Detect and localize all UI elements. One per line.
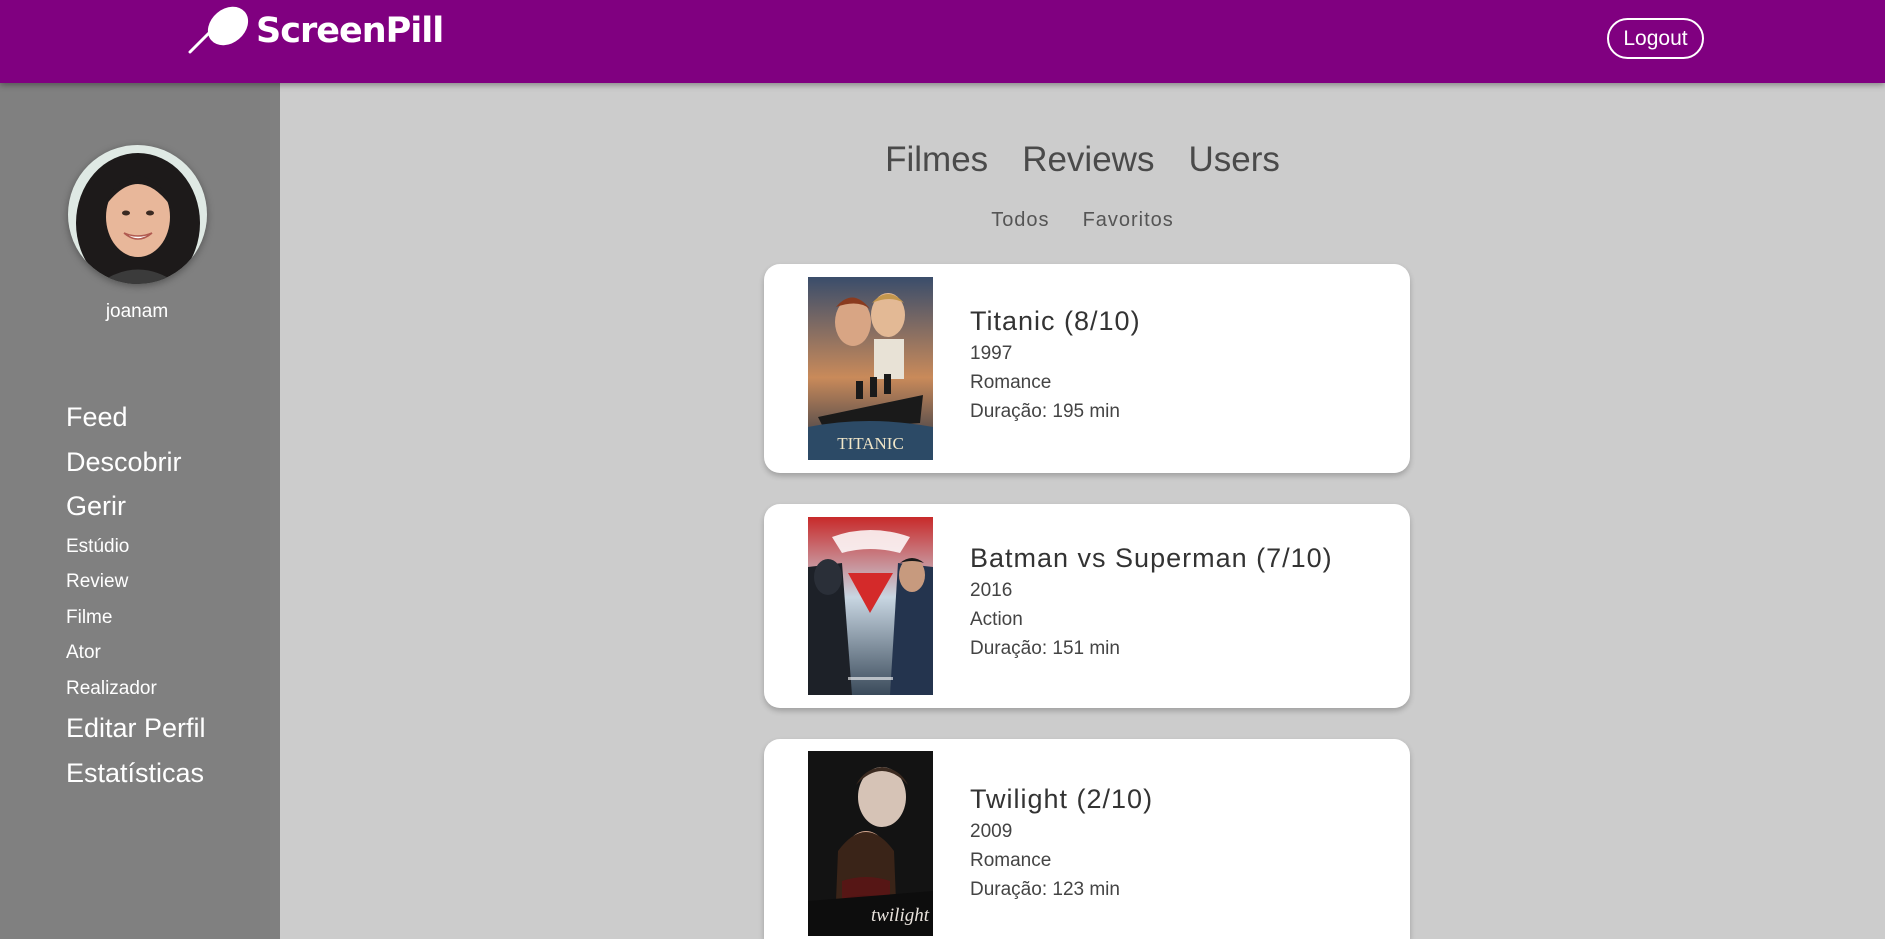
movie-title: Twilight (2/10) — [970, 784, 1154, 814]
movie-duration: Duração: 123 min — [970, 879, 1120, 900]
movie-year: 1997 — [970, 343, 1013, 364]
sidebar-item-feed[interactable]: Feed — [66, 395, 206, 440]
movie-card-twilight[interactable]: twilight Twilight (2/10) 2009 Romance Du… — [764, 739, 1410, 939]
movie-poster — [808, 517, 933, 695]
sidebar-item-realizador[interactable]: Realizador — [66, 671, 206, 707]
pill-icon — [188, 6, 249, 54]
sidebar-item-ator[interactable]: Ator — [66, 635, 206, 671]
logo[interactable]: ScreenPill — [188, 4, 444, 54]
movie-duration: Duração: 151 min — [970, 638, 1120, 659]
poster-title: twilight — [871, 905, 930, 926]
top-bar: ScreenPill Logout — [0, 0, 1885, 83]
main-tabs: Filmes Reviews Users — [280, 140, 1885, 180]
movie-year: 2009 — [970, 821, 1013, 842]
movie-info: Titanic (8/10) 1997 Romance Duração: 195… — [970, 306, 1141, 424]
movie-genre: Romance — [970, 372, 1052, 393]
movie-duration: Duração: 195 min — [970, 401, 1120, 422]
movie-year: 2016 — [970, 580, 1013, 601]
poster-title: TITANIC — [837, 434, 904, 453]
sidebar-item-filme[interactable]: Filme — [66, 600, 206, 636]
tab-filmes[interactable]: Filmes — [885, 140, 988, 180]
movie-title: Titanic (8/10) — [970, 306, 1141, 336]
logout-button[interactable]: Logout — [1607, 18, 1704, 59]
subtab-todos[interactable]: Todos — [991, 209, 1049, 232]
username: joanam — [105, 301, 169, 322]
brand-name: ScreenPill — [256, 11, 444, 51]
sidebar-item-descobrir[interactable]: Descobrir — [66, 440, 206, 485]
sidebar-nav: Feed Descobrir Gerir Estúdio Review Film… — [66, 395, 206, 795]
tab-users[interactable]: Users — [1188, 140, 1279, 180]
sidebar-item-estudio[interactable]: Estúdio — [66, 529, 206, 565]
sidebar-item-estatisticas[interactable]: Estatísticas — [66, 751, 206, 796]
movie-card-titanic[interactable]: TITANIC Titanic (8/10) 1997 Romance Dura… — [764, 264, 1410, 473]
movie-poster: twilight — [808, 751, 933, 936]
sidebar-item-editar-perfil[interactable]: Editar Perfil — [66, 706, 206, 751]
movie-genre: Action — [970, 609, 1023, 630]
sub-tabs: Todos Favoritos — [280, 209, 1885, 232]
sidebar-item-gerir[interactable]: Gerir — [66, 484, 206, 529]
tab-reviews[interactable]: Reviews — [1022, 140, 1154, 180]
movie-info: Twilight (2/10) 2009 Romance Duração: 12… — [970, 784, 1153, 902]
movie-genre: Romance — [970, 850, 1052, 871]
movie-title: Batman vs Superman (7/10) — [970, 543, 1333, 573]
avatar[interactable] — [68, 145, 207, 284]
movie-poster: TITANIC — [808, 277, 933, 460]
sidebar-item-review[interactable]: Review — [66, 564, 206, 600]
movie-info: Batman vs Superman (7/10) 2016 Action Du… — [970, 543, 1333, 661]
subtab-favoritos[interactable]: Favoritos — [1083, 209, 1174, 232]
sidebar: joanam Feed Descobrir Gerir Estúdio Revi… — [0, 83, 280, 939]
movie-card-batman-vs-superman[interactable]: Batman vs Superman (7/10) 2016 Action Du… — [764, 504, 1410, 708]
